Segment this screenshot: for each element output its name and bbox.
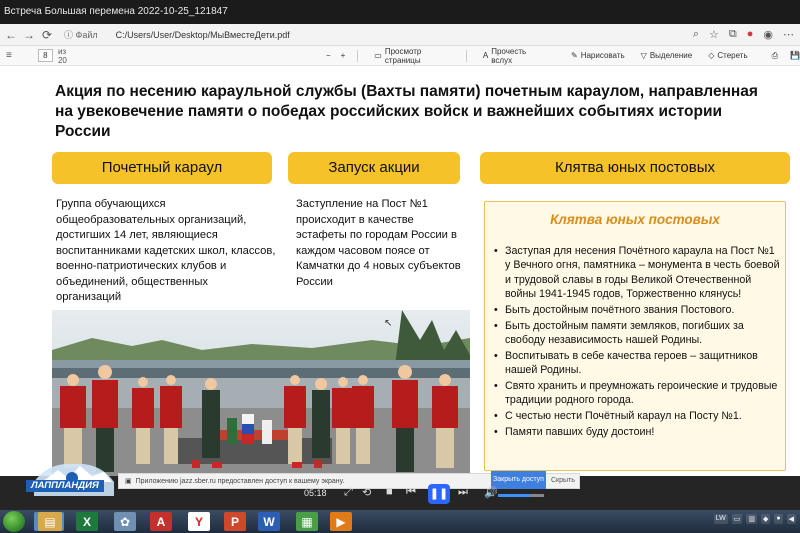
oath-item: Памяти павших буду достоин!	[493, 425, 783, 440]
oath-item: Свято хранить и преумножать героические …	[493, 379, 783, 408]
extension-icon[interactable]: ●	[747, 28, 754, 41]
forward-icon[interactable]: →	[22, 28, 36, 42]
slide-headline: Акция по несению караульной службы (Вахт…	[55, 83, 758, 140]
pdf-page: Акция по несению караульной службы (Вахт…	[0, 66, 800, 476]
page-view-icon: ▭	[374, 51, 382, 60]
volume-slider[interactable]	[498, 494, 544, 497]
share-icon: ▣	[125, 478, 132, 485]
honor-guard-illustration	[52, 310, 470, 476]
tray-antivirus-icon[interactable]: ◆	[760, 514, 771, 524]
notification-text: Приложению jazz.sber.ru предоставлен дос…	[135, 477, 345, 485]
volume-fill	[498, 494, 531, 497]
menu-icon[interactable]: ≡	[6, 50, 12, 61]
erase-button[interactable]: ◇ Стереть	[708, 51, 747, 60]
eraser-icon: ◇	[708, 51, 715, 60]
url-field[interactable]: C:/Users/User/Desktop/МыВместеДети.pdf	[116, 30, 290, 40]
highlighter-icon: ▽	[640, 51, 647, 60]
oath-item: Воспитывать в себе качества героев – защ…	[493, 349, 783, 378]
more-icon[interactable]: ⋯	[783, 28, 794, 41]
playback-time: 05:18	[304, 488, 327, 498]
window-title: Встреча Большая перемена 2022-10-25_1218…	[4, 6, 228, 17]
save-icon[interactable]: 💾	[790, 51, 800, 60]
yandex-browser-taskbar-icon[interactable]: Y	[188, 512, 210, 531]
oath-item: С честью нести Почётный караул на Посту …	[493, 409, 783, 424]
favorite-icon[interactable]: ☆	[709, 28, 719, 41]
file-label: Файл	[75, 30, 98, 40]
profile-icon[interactable]: ◉	[763, 28, 773, 41]
oath-list: Заступая для несения Почётного караула н…	[493, 244, 783, 441]
mouse-cursor-icon: ↖	[384, 318, 393, 329]
stop-sharing-button[interactable]: Закрыть доступ	[491, 471, 546, 489]
pdf-toolbar: ≡ 8 из 20 − + ▭ Просмотр страницы A Проч…	[0, 46, 800, 66]
print-icon[interactable]: ⎙	[772, 51, 778, 61]
loop-icon[interactable]: ⟲	[362, 486, 371, 499]
media-player-taskbar-icon[interactable]: ▶	[330, 512, 352, 531]
honor-guard-photo	[52, 310, 470, 476]
explorer-taskbar-icon[interactable]: ▤	[38, 512, 62, 531]
zoom-in-button[interactable]: +	[341, 51, 346, 60]
hide-notification-button[interactable]: Скрыть	[551, 474, 575, 488]
window-title-bar: Встреча Большая перемена 2022-10-25_1218…	[0, 0, 800, 24]
highlight-label: Выделение	[649, 51, 693, 60]
page-number-input[interactable]: 8	[37, 49, 53, 62]
browser-actions: ⌕ ☆ ⧉ ● ◉ ⋯	[693, 28, 800, 41]
logo-text: ЛАППЛАНДИЯ	[26, 480, 104, 492]
page-view-label: Просмотр страницы	[384, 46, 422, 65]
draw-label: Нарисовать	[580, 51, 625, 60]
browser-address-bar: ← → ⟳ ⓘ Файл C:/Users/User/Desktop/МыВме…	[0, 24, 800, 46]
column-heading-honor-guard: Почетный караул	[52, 152, 272, 184]
collections-icon[interactable]: ⧉	[729, 28, 737, 41]
powerpoint-taskbar-icon[interactable]: P	[224, 512, 246, 531]
image-viewer-taskbar-icon[interactable]: ▦	[296, 512, 318, 531]
fullscreen-toggle-icon[interactable]: ⤢	[344, 486, 353, 499]
file-info-label[interactable]: ⓘ Файл	[64, 28, 98, 41]
toolbar-divider	[465, 49, 467, 62]
word-taskbar-icon[interactable]: W	[258, 512, 280, 531]
volume-icon[interactable]: 🔊	[484, 486, 498, 499]
highlight-button[interactable]: ▽ Выделение	[641, 51, 693, 60]
refresh-icon[interactable]: ⟳	[40, 28, 54, 42]
excel-taskbar-icon[interactable]: X	[76, 512, 98, 531]
stop-icon[interactable]: ■	[386, 486, 393, 498]
oath-title: Клятва юных постовых	[550, 212, 720, 227]
draw-button[interactable]: ✎ Нарисовать	[571, 51, 625, 60]
previous-icon[interactable]: ⏮	[406, 486, 416, 499]
page-view-button[interactable]: ▭ Просмотр страницы	[374, 47, 454, 65]
oath-panel: Клятва юных постовых Заступая для несени…	[484, 201, 786, 471]
tray-status-icon[interactable]: ●	[774, 514, 783, 524]
zoom-icon[interactable]: ⌕	[693, 28, 699, 41]
back-icon[interactable]: ←	[4, 28, 18, 42]
read-aloud-button[interactable]: A Прочесть вслух	[483, 47, 545, 65]
zoom-out-button[interactable]: −	[326, 51, 331, 60]
tray-lw-icon[interactable]: LW	[713, 514, 728, 524]
column-heading-oath: Клятва юных постовых	[480, 152, 790, 184]
page-count: из 20	[57, 46, 67, 65]
read-aloud-icon: A	[482, 51, 489, 60]
column-text-honor-guard: Группа обучающихся общеобразовательных о…	[56, 198, 276, 303]
column-text-launch: Заступление на Пост №1 происходит в каче…	[296, 198, 461, 288]
erase-label: Стереть	[717, 51, 748, 60]
taskbar: ◉ ▤ X ✿ A Y P W ▦ ▶ LW ▭ ▥ ◆ ● ◀	[0, 510, 800, 533]
pause-button[interactable]: ❚❚	[428, 484, 450, 504]
system-tray: LW ▭ ▥ ◆ ● ◀	[713, 514, 796, 524]
next-icon[interactable]: ⏭	[458, 486, 468, 499]
oath-item: Быть достойным почётного звания Постовог…	[493, 303, 783, 318]
read-aloud-label: Прочесть вслух	[491, 46, 527, 65]
paint-taskbar-icon[interactable]: ✿	[114, 512, 136, 531]
oath-item: Заступая для несения Почётного караула н…	[493, 244, 783, 301]
start-button-icon[interactable]	[3, 511, 25, 532]
tray-network-icon[interactable]: ▥	[746, 514, 757, 524]
column-heading-launch: Запуск акции	[288, 152, 460, 184]
tray-monitor-icon[interactable]: ▭	[731, 514, 743, 524]
pdf-reader-taskbar-icon[interactable]: A	[150, 512, 172, 531]
toolbar-divider	[357, 49, 359, 62]
tray-volume-icon[interactable]: ◀	[786, 514, 796, 524]
oath-item: Быть достойным памяти земляков, погибших…	[493, 319, 783, 348]
pen-icon: ✎	[571, 51, 578, 60]
